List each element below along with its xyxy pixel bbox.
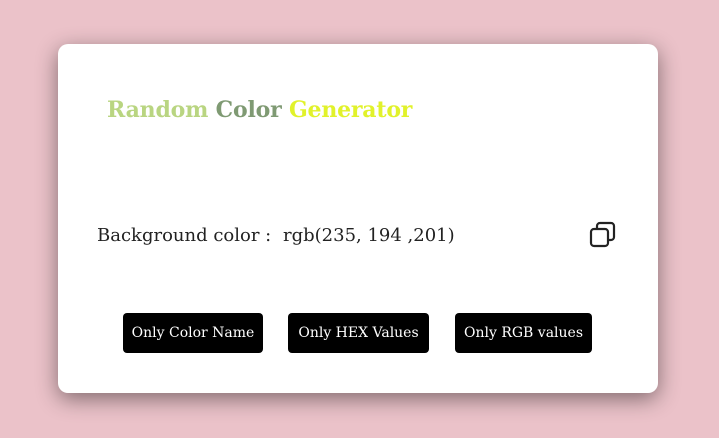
- title-word-color: Color: [215, 97, 282, 123]
- copy-icon: [589, 221, 616, 248]
- page-title: Random Color Generator: [107, 97, 412, 123]
- only-hex-values-button[interactable]: Only HEX Values: [288, 313, 429, 353]
- generator-card: Random Color Generator Background color …: [58, 44, 658, 393]
- background-color-label: Background color :: [97, 225, 272, 246]
- only-color-name-button[interactable]: Only Color Name: [123, 313, 263, 353]
- title-word-generator: Generator: [288, 97, 413, 123]
- title-word-random: Random: [107, 97, 209, 123]
- background-color-value: rgb(235, 194 ,201): [283, 225, 455, 246]
- only-rgb-values-button[interactable]: Only RGB values: [455, 313, 592, 353]
- copy-button[interactable]: [588, 220, 618, 250]
